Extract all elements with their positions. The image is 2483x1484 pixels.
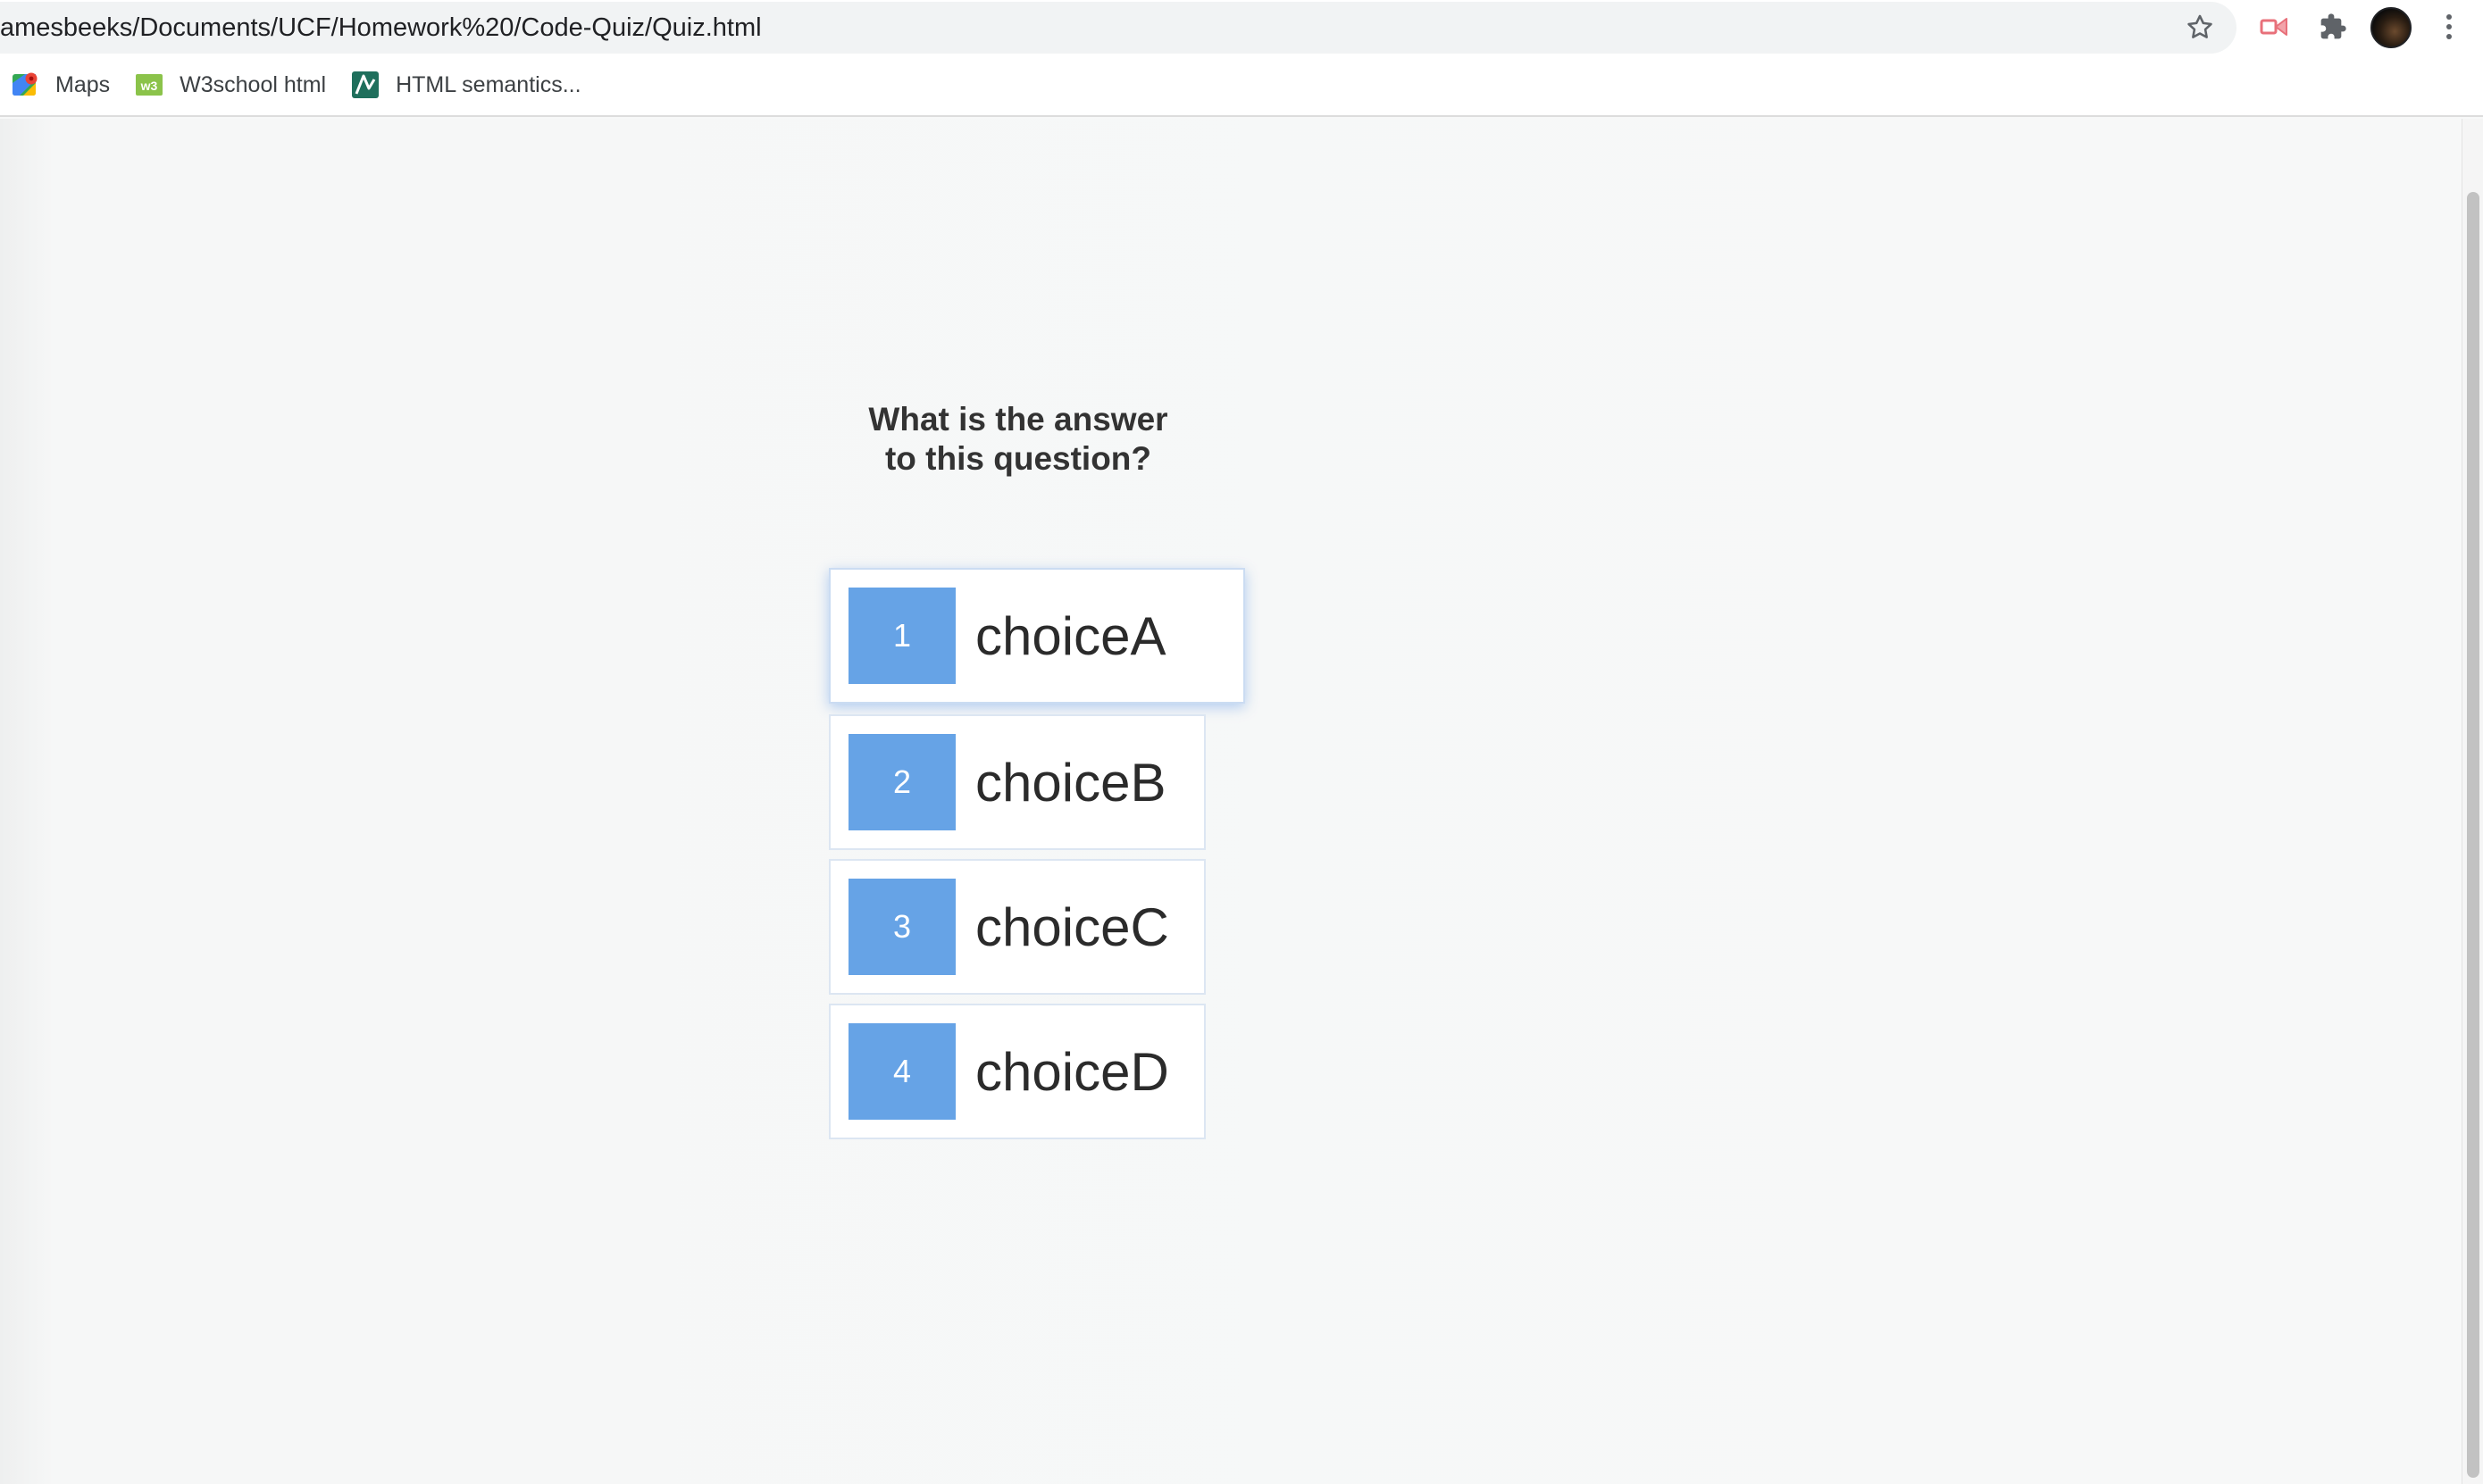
bookmark-w3school-html[interactable]: w3 W3school html xyxy=(124,64,340,105)
choice-container-2[interactable]: 2 choiceB xyxy=(829,714,1206,850)
bookmarks-bar: Maps w3 W3school html HTML semantics... xyxy=(0,64,596,105)
url-text[interactable]: amesbeeks/Documents/UCF/Homework%20/Code… xyxy=(0,2,762,54)
choice-container-1[interactable]: 1 choiceA xyxy=(829,568,1245,704)
question-line-1: What is the answer xyxy=(868,401,1168,438)
bookmark-html-semantics[interactable]: HTML semantics... xyxy=(340,64,595,105)
bookmark-maps[interactable]: Maps xyxy=(0,64,124,105)
question-line-2: to this question? xyxy=(884,440,1152,477)
browser-chrome: amesbeeks/Documents/UCF/Homework%20/Code… xyxy=(0,0,2483,117)
bookmark-label: W3school html xyxy=(180,71,327,97)
extension-record-icon[interactable] xyxy=(2258,9,2294,45)
menu-kebab-icon[interactable] xyxy=(2431,9,2467,45)
star-icon[interactable] xyxy=(2185,13,2215,43)
google-maps-icon xyxy=(11,71,39,99)
choice-container-4[interactable]: 4 choiceD xyxy=(829,1004,1206,1139)
choice-prefix: 4 xyxy=(849,1023,956,1120)
profile-avatar[interactable] xyxy=(2370,7,2412,48)
w3schools-icon: w3 xyxy=(135,71,163,99)
choice-prefix: 2 xyxy=(849,734,956,830)
vertical-scrollbar[interactable] xyxy=(2462,119,2483,1484)
choice-text: choiceB xyxy=(975,752,1166,813)
extensions-puzzle-icon[interactable] xyxy=(2315,9,2351,45)
bookmark-label: HTML semantics... xyxy=(396,71,581,97)
choice-text: choiceC xyxy=(975,896,1169,957)
question-title: What is the answer to this question? xyxy=(804,400,1233,479)
svg-text:w3: w3 xyxy=(140,79,158,93)
choice-prefix: 3 xyxy=(849,879,956,975)
choice-container-3[interactable]: 3 choiceC xyxy=(829,859,1206,995)
bookmark-label: Maps xyxy=(55,71,111,97)
address-bar[interactable]: amesbeeks/Documents/UCF/Homework%20/Code… xyxy=(0,2,2236,54)
choice-text: choiceD xyxy=(975,1041,1169,1102)
page-viewport xyxy=(0,119,2462,1484)
bookmark-site-icon xyxy=(351,71,380,99)
choice-prefix: 1 xyxy=(849,588,956,684)
scrollbar-thumb[interactable] xyxy=(2467,192,2479,1478)
choice-text: choiceA xyxy=(975,605,1166,666)
